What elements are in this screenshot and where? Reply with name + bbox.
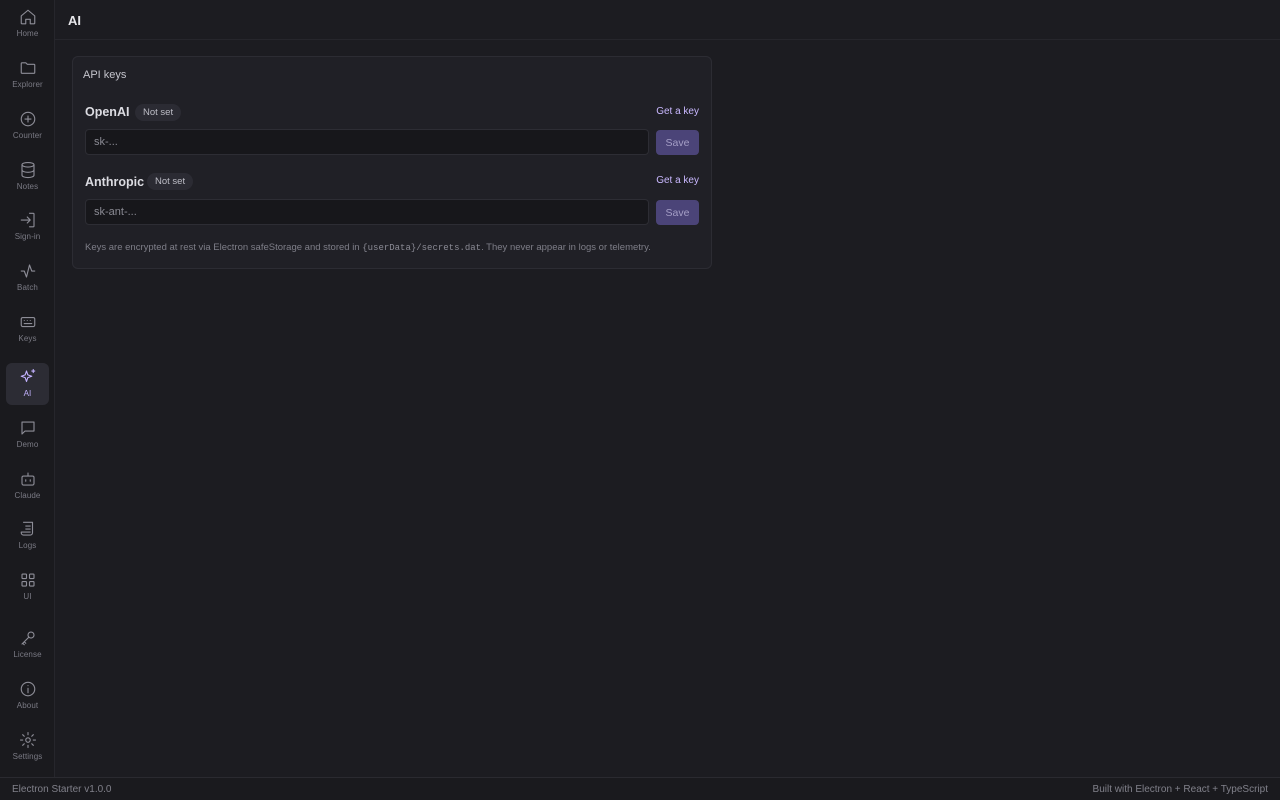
sidebar-item-label: Logs [18, 541, 37, 550]
anthropic-status-badge: Not set [147, 173, 194, 190]
sidebar-item-license[interactable]: License [6, 624, 49, 666]
secrets-path-code: {userData}/secrets.dat [362, 243, 482, 253]
sidebar-item-label: Notes [16, 182, 39, 191]
sparkles-icon [20, 368, 35, 383]
sidebar-item-label: Explorer [12, 80, 43, 89]
sidebar-item-notes[interactable]: Notes [6, 156, 49, 198]
openai-status-badge: Not set [135, 104, 182, 121]
sidebar-item-settings[interactable]: Settings [6, 726, 49, 768]
sidebar-item-label: AI [23, 389, 32, 398]
key-icon [20, 631, 35, 646]
openai-save-button[interactable]: Save [656, 130, 699, 155]
openai-key-input[interactable] [85, 129, 649, 155]
sidebar-item-label: Batch [17, 283, 38, 292]
info-icon [20, 681, 35, 697]
sidebar-item-claude[interactable]: Claude [6, 465, 49, 507]
sidebar-item-label: Keys [18, 334, 37, 343]
sidebar-item-ai[interactable]: AI [6, 363, 49, 405]
anthropic-save-button[interactable]: Save [656, 200, 699, 225]
sidebar-item-keys[interactable]: Keys [6, 308, 49, 350]
sidebar-item-label: Demo [16, 440, 39, 449]
sidebar-item-label: Settings [12, 752, 43, 761]
sidebar-item-label: License [13, 650, 42, 659]
top-bar: AI [55, 0, 1280, 40]
note-text-start: Keys are encrypted at rest via Electron … [85, 242, 363, 253]
anthropic-get-key-link[interactable]: Get a key [656, 175, 699, 186]
activity-icon [20, 264, 35, 278]
scroll-icon [20, 521, 33, 536]
sidebar-item-logs[interactable]: Logs [6, 515, 49, 557]
api-keys-card: API keys OpenAI Not set Get a key Save A… [72, 56, 712, 269]
keyboard-icon [20, 316, 35, 328]
home-icon [20, 9, 35, 25]
gear-icon [19, 731, 36, 749]
database-icon [20, 161, 35, 179]
sidebar-item-label: Home [16, 29, 39, 38]
page-title: AI [68, 13, 81, 28]
sidebar-item-explorer[interactable]: Explorer [6, 54, 49, 96]
folder-icon [20, 62, 35, 74]
plus-circle-icon [20, 111, 35, 127]
sidebar-item-home[interactable]: Home [6, 3, 49, 45]
card-title: API keys [83, 69, 127, 81]
sidebar-item-label: Sign-in [14, 232, 41, 241]
sidebar-item-ui[interactable]: UI [6, 566, 49, 608]
sidebar-item-batch[interactable]: Batch [6, 257, 49, 299]
sidebar-item-about[interactable]: About [6, 675, 49, 717]
chat-icon [20, 421, 35, 435]
anthropic-provider-name: Anthropic [85, 175, 145, 189]
sidebar-item-demo[interactable]: Demo [6, 414, 49, 456]
sidebar-item-counter[interactable]: Counter [6, 105, 49, 147]
encryption-note: Keys are encrypted at rest via Electron … [85, 242, 651, 253]
sidebar: Home Explorer Counter Notes Sign-in Batc… [0, 0, 55, 777]
sidebar-item-label: Claude [14, 491, 41, 500]
bot-icon [20, 472, 35, 486]
built-with-text: Built with Electron + React + TypeScript [1092, 784, 1268, 795]
sidebar-item-sign-in[interactable]: Sign-in [6, 206, 49, 248]
sidebar-item-label: UI [23, 592, 32, 601]
grid-icon [20, 573, 35, 587]
openai-get-key-link[interactable]: Get a key [656, 106, 699, 117]
note-text-end: . They never appear in logs or telemetry… [481, 242, 651, 253]
app-version: Electron Starter v1.0.0 [12, 784, 112, 795]
sidebar-item-label: Counter [12, 131, 43, 140]
anthropic-key-input[interactable] [85, 199, 649, 225]
status-bar: Electron Starter v1.0.0 Built with Elect… [0, 777, 1280, 800]
sign-in-icon [20, 212, 35, 228]
openai-provider-name: OpenAI [85, 105, 130, 119]
sidebar-item-label: About [16, 701, 39, 710]
